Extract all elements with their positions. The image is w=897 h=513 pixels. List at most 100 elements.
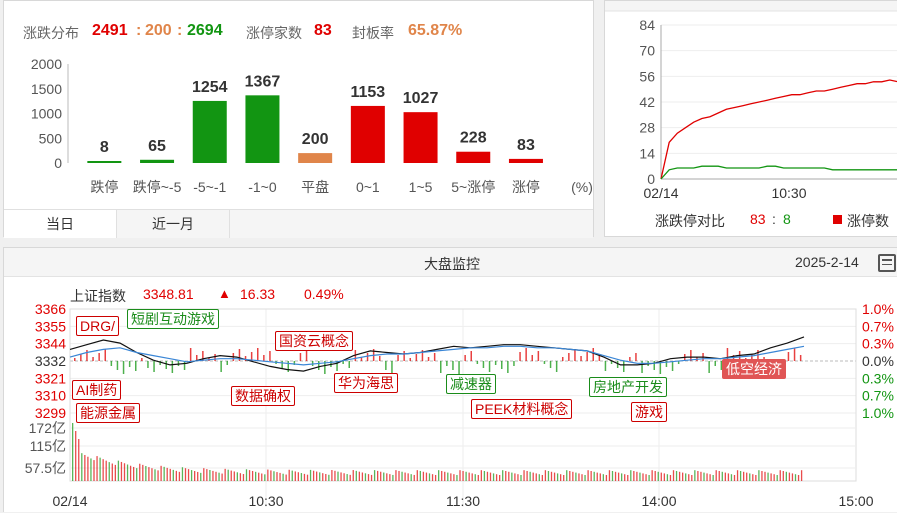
volume-bar <box>447 472 449 481</box>
sentiment-bar <box>257 348 259 361</box>
volume-bar <box>532 472 534 481</box>
x-tick-label: 14:00 <box>641 493 676 509</box>
tag-huawei-hisi[interactable]: 华为海思 <box>334 373 398 393</box>
volume-bar <box>282 473 284 481</box>
volume-bar <box>483 470 486 481</box>
x-tick-label: 02/14 <box>643 185 678 201</box>
volume-bar <box>200 472 202 481</box>
market-monitor-panel: 大盘监控 2025-2-14 上证指数 3348.81 ▲ 16.33 0.49… <box>3 247 897 512</box>
tag-gaming[interactable]: 游戏 <box>631 402 667 422</box>
volume-bar <box>117 460 120 481</box>
volume-bar <box>471 473 473 481</box>
volume-bar <box>206 469 208 481</box>
tag-drg[interactable]: DRG/ <box>76 316 119 336</box>
tag-ai-pharma[interactable]: AI制药 <box>72 380 122 400</box>
x-tick-label: 涨停 <box>512 179 540 195</box>
sentiment-bar <box>513 361 515 366</box>
volume-bar <box>248 470 251 481</box>
tag-peek[interactable]: PEEK材料概念 <box>471 399 573 419</box>
volume-bar <box>499 474 501 481</box>
tag-energy-metal[interactable]: 能源金属 <box>76 403 140 423</box>
summary-sep-1: : <box>136 22 142 39</box>
tag-data-rights[interactable]: 数据确权 <box>231 386 295 406</box>
sentiment-bar <box>379 356 381 361</box>
volume-bar <box>175 470 177 481</box>
volume-bar <box>102 459 104 481</box>
y-left-tick: 3332 <box>35 353 66 369</box>
volume-bar <box>639 472 641 481</box>
volume-bar <box>218 472 220 481</box>
volume-bar <box>721 471 723 481</box>
volume-bar <box>264 474 266 481</box>
bar-value-label: 65 <box>148 138 166 155</box>
volume-bar <box>691 474 693 481</box>
volume-bar <box>108 462 110 481</box>
volume-bar <box>456 474 458 481</box>
volume-bar <box>239 473 242 481</box>
ratio-up: 83 <box>750 211 766 227</box>
bar-2 <box>192 100 227 163</box>
volume-bar <box>703 472 705 481</box>
volume-bar <box>316 471 318 481</box>
volume-bar <box>535 473 537 481</box>
tag-short-drama[interactable]: 短剧互动游戏 <box>127 309 219 329</box>
volume-bar <box>560 474 562 481</box>
volume-bar <box>685 473 687 481</box>
volume-bar <box>267 469 269 481</box>
volume-bar <box>120 461 123 481</box>
volume-bar <box>578 473 580 481</box>
x-tick-label: 跌停~-5 <box>133 179 182 195</box>
volume-bar <box>389 474 391 481</box>
sentiment-bar <box>629 357 631 361</box>
volume-bar <box>495 474 498 481</box>
calendar-icon[interactable] <box>878 254 896 272</box>
volume-bar <box>672 470 675 481</box>
volume-bar <box>611 470 614 481</box>
volume-bar <box>587 470 589 481</box>
volume-bar <box>172 469 174 481</box>
volume-bar <box>627 474 629 481</box>
volume-bar <box>96 456 98 481</box>
volume-bar <box>526 470 528 481</box>
volume-bar <box>553 472 556 481</box>
volume-bar <box>450 473 452 481</box>
sentiment-bar <box>799 355 802 361</box>
y-right-tick: 1.0% <box>862 405 894 421</box>
volume-bar <box>678 471 681 481</box>
volume-bar <box>556 473 559 481</box>
volume-bar <box>346 474 348 481</box>
volume-bar <box>297 472 299 481</box>
volume-bar <box>569 470 571 481</box>
sentiment-bar <box>189 348 192 361</box>
volume-bar <box>105 460 107 481</box>
volume-tick-label: 172亿 <box>29 420 66 436</box>
volume-bar <box>312 470 315 481</box>
tag-reducer[interactable]: 减速器 <box>446 374 496 394</box>
volume-bar <box>203 468 205 481</box>
x-tick-label: -1~0 <box>248 179 277 195</box>
sentiment-bar <box>586 352 588 361</box>
volume-bar <box>398 470 400 481</box>
tag-state-cloud[interactable]: 国资云概念 <box>275 331 353 351</box>
volume-bar <box>245 469 248 481</box>
volume-bar <box>630 470 632 481</box>
volume-bar <box>337 471 339 481</box>
volume-bar <box>752 474 754 481</box>
tab-month[interactable]: 近一月 <box>117 210 230 238</box>
volume-bar <box>145 466 147 481</box>
volume-bar <box>276 472 278 481</box>
sentiment-bar <box>409 358 411 361</box>
limit-compare-panel: 84 70 56 42 28 14 0 02/14 10:30 涨跌停对比 83 : 8 涨停数 <box>604 0 897 237</box>
sentiment-bar <box>549 361 552 368</box>
volume-bar <box>547 470 550 481</box>
volume-bar <box>785 471 787 481</box>
bar-value-label: 83 <box>517 137 535 154</box>
legend-swatch <box>833 215 842 224</box>
sentiment-bar <box>348 361 350 368</box>
sentiment-bar <box>433 353 436 361</box>
tag-real-estate[interactable]: 房地产开发 <box>589 377 667 397</box>
tab-today[interactable]: 当日 <box>4 210 117 238</box>
y-left-tick: 3355 <box>35 318 66 334</box>
tag-low-altitude[interactable]: 低空经济 <box>722 359 786 379</box>
volume-bar <box>319 472 321 481</box>
